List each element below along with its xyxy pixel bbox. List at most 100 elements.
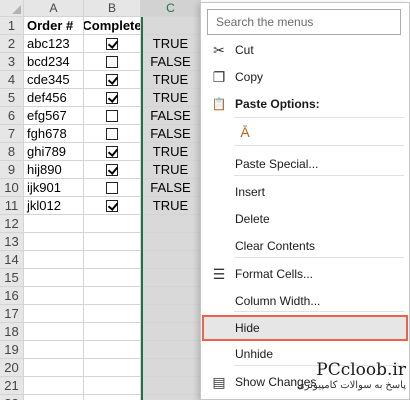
menu-search-input[interactable]: Search the menus (207, 9, 401, 35)
row-header-2[interactable]: 2 (0, 35, 24, 53)
complete-checkbox[interactable] (106, 109, 118, 122)
status-cell[interactable] (141, 233, 201, 251)
complete-cell[interactable] (84, 323, 141, 341)
header-cell-complete[interactable]: Complete (84, 17, 141, 35)
row-header-21[interactable]: 21 (0, 377, 24, 395)
menu-item-insert[interactable]: Insert (202, 179, 408, 205)
row-header-7[interactable]: 7 (0, 125, 24, 143)
row-header-19[interactable]: 19 (0, 341, 24, 359)
complete-cell[interactable] (84, 305, 141, 323)
order-cell[interactable] (24, 377, 84, 395)
row-header-5[interactable]: 5 (0, 89, 24, 107)
order-cell[interactable] (24, 287, 84, 305)
order-cell[interactable] (24, 215, 84, 233)
status-cell[interactable]: TRUE (141, 197, 201, 215)
row-header-4[interactable]: 4 (0, 71, 24, 89)
status-cell[interactable]: FALSE (141, 125, 201, 143)
status-cell[interactable] (141, 287, 201, 305)
complete-cell[interactable] (84, 89, 141, 107)
order-cell[interactable] (24, 359, 84, 377)
complete-checkbox[interactable] (106, 145, 118, 158)
status-cell[interactable] (141, 359, 201, 377)
status-cell[interactable] (141, 215, 201, 233)
complete-cell[interactable] (84, 179, 141, 197)
menu-item-paste-special[interactable]: Paste Special... (202, 151, 408, 177)
row-header-10[interactable]: 10 (0, 179, 24, 197)
row-header-14[interactable]: 14 (0, 251, 24, 269)
complete-checkbox[interactable] (106, 37, 118, 50)
column-header-b[interactable]: B (84, 0, 141, 17)
order-cell[interactable]: abc123 (24, 35, 84, 53)
order-cell[interactable]: ghi789 (24, 143, 84, 161)
menu-item-column-width[interactable]: Column Width... (202, 288, 408, 314)
menu-item-paste-keep-text[interactable]: Ā (202, 119, 408, 145)
status-cell[interactable] (141, 395, 201, 400)
status-cell[interactable] (141, 305, 201, 323)
complete-cell[interactable] (84, 143, 141, 161)
menu-item-format-cells[interactable]: ☰ Format Cells... (202, 261, 408, 287)
status-cell[interactable]: TRUE (141, 143, 201, 161)
status-cell[interactable] (141, 17, 201, 35)
complete-cell[interactable] (84, 125, 141, 143)
complete-checkbox[interactable] (106, 181, 118, 194)
row-header-8[interactable]: 8 (0, 143, 24, 161)
column-header-a[interactable]: A (24, 0, 84, 17)
row-header-17[interactable]: 17 (0, 305, 24, 323)
column-header-c[interactable]: C (141, 0, 201, 17)
row-header-18[interactable]: 18 (0, 323, 24, 341)
status-cell[interactable] (141, 341, 201, 359)
complete-cell[interactable] (84, 269, 141, 287)
menu-item-copy[interactable]: ❐ Copy (202, 64, 408, 90)
complete-cell[interactable] (84, 233, 141, 251)
status-cell[interactable]: TRUE (141, 89, 201, 107)
status-cell[interactable]: FALSE (141, 53, 201, 71)
complete-cell[interactable] (84, 53, 141, 71)
row-header-6[interactable]: 6 (0, 107, 24, 125)
complete-cell[interactable] (84, 197, 141, 215)
status-cell[interactable] (141, 377, 201, 395)
status-cell[interactable] (141, 269, 201, 287)
complete-cell[interactable] (84, 287, 141, 305)
order-cell[interactable]: hij890 (24, 161, 84, 179)
order-cell[interactable]: fgh678 (24, 125, 84, 143)
order-cell[interactable] (24, 233, 84, 251)
complete-checkbox[interactable] (106, 91, 118, 104)
order-cell[interactable] (24, 305, 84, 323)
order-cell[interactable] (24, 323, 84, 341)
complete-checkbox[interactable] (106, 55, 118, 68)
complete-cell[interactable] (84, 161, 141, 179)
order-cell[interactable] (24, 395, 84, 400)
status-cell[interactable]: FALSE (141, 179, 201, 197)
order-cell[interactable]: ijk901 (24, 179, 84, 197)
status-cell[interactable]: TRUE (141, 161, 201, 179)
menu-item-clear-contents[interactable]: Clear Contents (202, 233, 408, 259)
status-cell[interactable]: TRUE (141, 35, 201, 53)
header-cell-order[interactable]: Order # (24, 17, 84, 35)
order-cell[interactable]: efg567 (24, 107, 84, 125)
select-all-corner[interactable] (0, 0, 24, 17)
complete-cell[interactable] (84, 395, 141, 400)
menu-item-cut[interactable]: ✂ Cut (202, 37, 408, 63)
complete-cell[interactable] (84, 341, 141, 359)
complete-cell[interactable] (84, 359, 141, 377)
row-header-15[interactable]: 15 (0, 269, 24, 287)
complete-cell[interactable] (84, 35, 141, 53)
row-header-3[interactable]: 3 (0, 53, 24, 71)
status-cell[interactable] (141, 323, 201, 341)
order-cell[interactable]: bcd234 (24, 53, 84, 71)
order-cell[interactable] (24, 269, 84, 287)
order-cell[interactable]: jkl012 (24, 197, 84, 215)
complete-cell[interactable] (84, 71, 141, 89)
row-header-9[interactable]: 9 (0, 161, 24, 179)
complete-cell[interactable] (84, 251, 141, 269)
order-cell[interactable]: def456 (24, 89, 84, 107)
row-header-11[interactable]: 11 (0, 197, 24, 215)
order-cell[interactable]: cde345 (24, 71, 84, 89)
row-header-22[interactable]: 22 (0, 395, 24, 400)
complete-checkbox[interactable] (106, 199, 118, 212)
row-header-20[interactable]: 20 (0, 359, 24, 377)
status-cell[interactable] (141, 251, 201, 269)
complete-cell[interactable] (84, 107, 141, 125)
order-cell[interactable] (24, 251, 84, 269)
complete-cell[interactable] (84, 215, 141, 233)
